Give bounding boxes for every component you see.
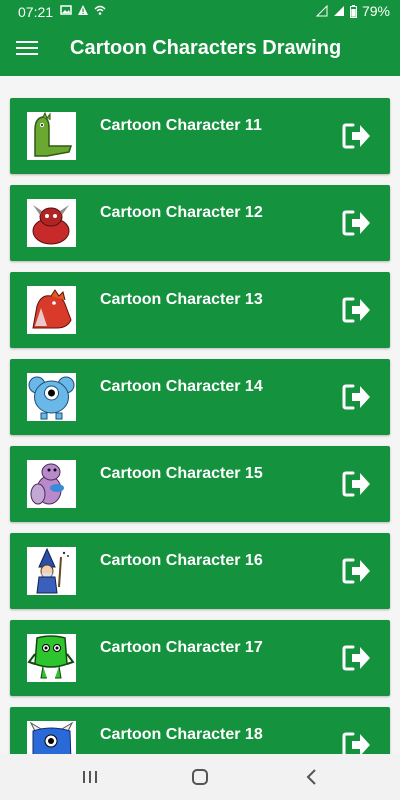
list-item[interactable]: Cartoon Character 14 [10, 359, 390, 435]
open-arrow-icon[interactable] [342, 557, 372, 585]
item-label: Cartoon Character 11 [100, 117, 262, 134]
thumbnail-blue-one-eyed-monster [27, 373, 76, 421]
status-bar: 07:21 79% [0, 0, 400, 24]
app-bar: Cartoon Characters Drawing [0, 24, 400, 76]
open-arrow-icon[interactable] [342, 296, 372, 324]
thumbnail-blue-horned-monster [27, 721, 76, 754]
thumbnail-red-dragon [27, 286, 76, 334]
recent-apps-icon[interactable] [78, 766, 102, 788]
list-item[interactable]: Cartoon Character 12 [10, 185, 390, 261]
item-label: Cartoon Character 12 [100, 204, 263, 221]
system-nav-bar [0, 754, 400, 800]
home-icon[interactable] [188, 766, 212, 788]
warning-icon [78, 5, 88, 15]
item-label: Cartoon Character 16 [100, 552, 263, 569]
thumbnail-green-monster [27, 634, 76, 682]
app-title: Cartoon Characters Drawing [70, 37, 342, 59]
4g-icon [333, 6, 344, 16]
item-label: Cartoon Character 15 [100, 465, 263, 482]
image-icon [60, 5, 72, 15]
item-label: Cartoon Character 13 [100, 291, 263, 308]
open-arrow-icon[interactable] [342, 383, 372, 411]
status-time: 07:21 [18, 4, 54, 20]
thumbnail-red-horned-monster [27, 199, 76, 247]
character-list[interactable]: Cartoon Character 11 Cartoon Character 1… [0, 76, 400, 754]
item-label: Cartoon Character 17 [100, 639, 263, 656]
item-label: Cartoon Character 18 [100, 726, 263, 743]
battery-percent: 79% [361, 3, 390, 19]
thumbnail-green-dinosaur [27, 112, 76, 160]
wifi-icon [94, 5, 106, 15]
battery-icon [349, 4, 357, 18]
signal-icon [315, 5, 328, 17]
list-item[interactable]: Cartoon Character 16 [10, 533, 390, 609]
item-label: Cartoon Character 14 [100, 378, 263, 395]
open-arrow-icon[interactable] [342, 122, 372, 150]
open-arrow-icon[interactable] [342, 209, 372, 237]
open-arrow-icon[interactable] [342, 470, 372, 498]
list-item[interactable]: Cartoon Character 13 [10, 272, 390, 348]
list-item[interactable]: Cartoon Character 11 [10, 98, 390, 174]
list-item[interactable]: Cartoon Character 17 [10, 620, 390, 696]
thumbnail-blue-wizard [27, 547, 76, 595]
list-item[interactable]: Cartoon Character 18 [10, 707, 390, 754]
hamburger-menu-icon[interactable] [14, 38, 40, 60]
list-item[interactable]: Cartoon Character 15 [10, 446, 390, 522]
open-arrow-icon[interactable] [342, 731, 372, 754]
open-arrow-icon[interactable] [342, 644, 372, 672]
thumbnail-purple-beaver [27, 460, 76, 508]
back-icon[interactable] [300, 766, 324, 788]
